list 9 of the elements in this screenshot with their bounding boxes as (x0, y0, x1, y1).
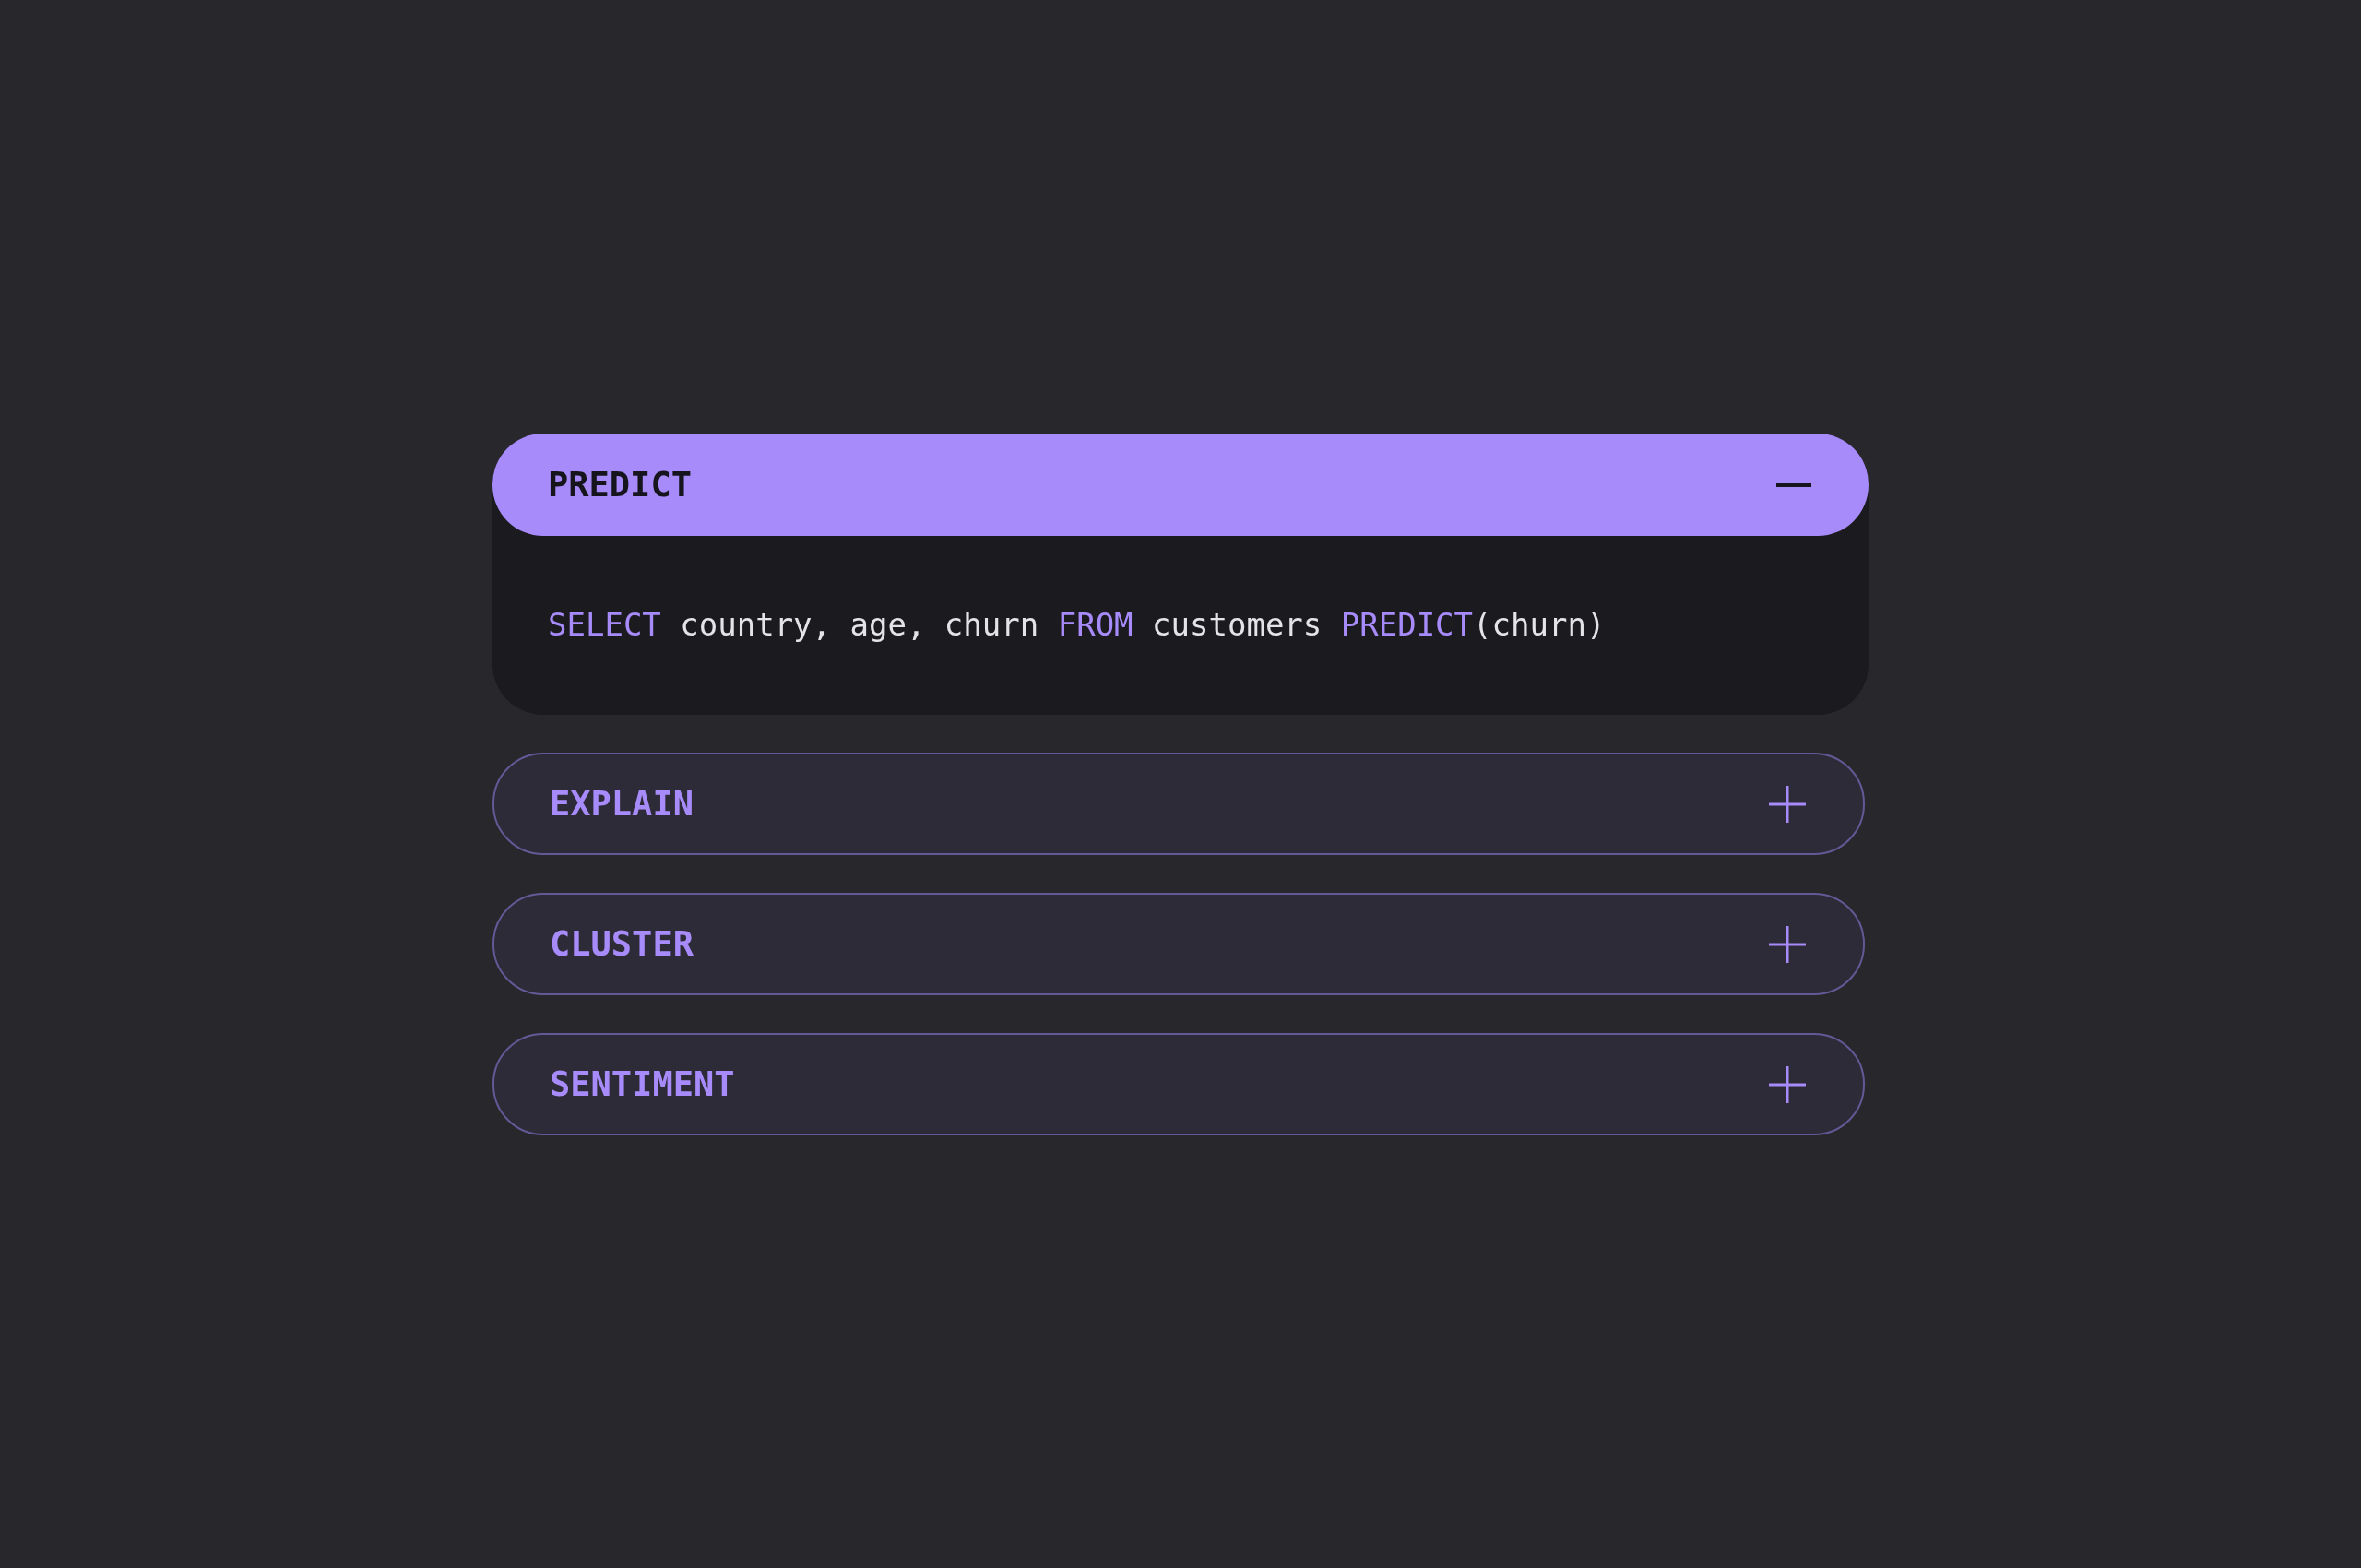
plus-icon (1769, 1065, 1806, 1103)
accordion-header[interactable]: PREDICT (492, 434, 1869, 536)
plus-icon (1769, 925, 1806, 963)
accordion-header[interactable]: EXPLAIN (492, 753, 1865, 855)
plus-icon (1769, 785, 1806, 823)
accordion-header[interactable]: CLUSTER (492, 893, 1865, 995)
code-line: SELECT country, age, churn FROM customers PREDICT(churn) (548, 606, 1607, 643)
minus-icon (1776, 482, 1811, 487)
accordion-header[interactable]: SENTIMENT (492, 1033, 1865, 1135)
